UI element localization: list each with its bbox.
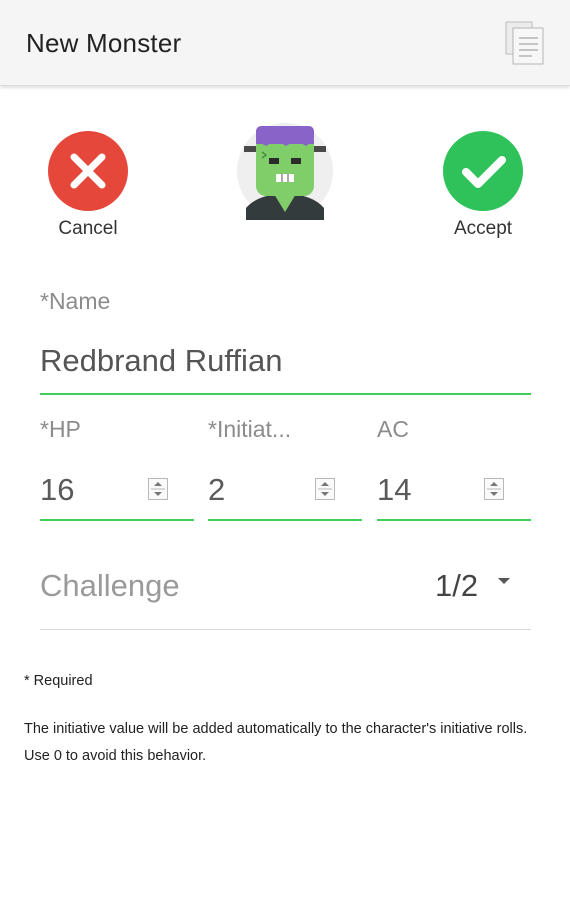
challenge-label: Challenge (40, 568, 180, 603)
check-icon (442, 130, 524, 212)
ac-underline (377, 519, 531, 521)
cancel-label: Cancel (58, 218, 118, 239)
initiative-label: *Initiat... (208, 416, 292, 442)
initiative-stepper-icon[interactable] (315, 478, 335, 500)
hp-underline (40, 519, 194, 521)
ac-stepper-icon[interactable] (484, 478, 504, 500)
initiative-underline (208, 519, 362, 521)
close-icon (47, 130, 129, 212)
document-icon[interactable] (500, 18, 550, 68)
monster-avatar[interactable] (236, 122, 334, 220)
hp-stepper-icon[interactable] (148, 478, 168, 500)
page-title: New Monster (26, 28, 182, 58)
hp-label: *HP (40, 416, 81, 442)
initiative-input[interactable]: 2 (208, 472, 225, 508)
required-note: * Required (24, 673, 93, 689)
accept-label: Accept (453, 218, 513, 239)
chevron-down-icon (498, 578, 510, 584)
cancel-button[interactable]: Cancel (28, 130, 148, 260)
ac-label: AC (377, 416, 409, 442)
ac-input[interactable]: 14 (377, 472, 411, 508)
name-label: *Name (40, 288, 111, 314)
name-input[interactable]: Redbrand Ruffian (40, 343, 282, 379)
frankenstein-monster-icon (237, 123, 333, 220)
initiative-note: The initiative value will be added autom… (24, 721, 528, 764)
challenge-divider (40, 629, 531, 630)
challenge-select[interactable]: 1/2 (415, 568, 535, 608)
challenge-value: 1/2 (435, 568, 479, 603)
hp-input[interactable]: 16 (40, 472, 74, 508)
name-underline (40, 393, 531, 395)
accept-button[interactable]: Accept (423, 130, 543, 260)
app-bar: New Monster (0, 0, 570, 86)
